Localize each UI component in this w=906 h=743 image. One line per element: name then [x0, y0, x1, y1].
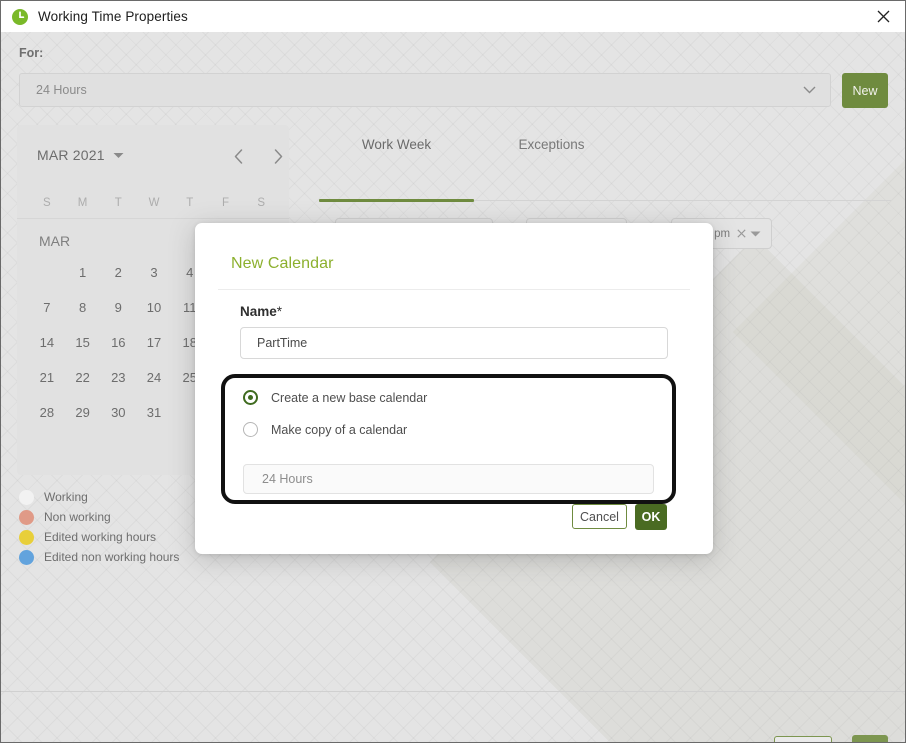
required-marker: * — [276, 304, 283, 319]
radio-label: Create a new base calendar — [271, 390, 428, 405]
tab-exceptions[interactable]: Exceptions — [474, 125, 629, 152]
ok-button[interactable]: OK — [852, 735, 888, 742]
caret-down-icon[interactable] — [750, 231, 761, 237]
legend-swatch-edited-working — [19, 529, 34, 545]
calendar-day-cell[interactable]: 22 — [65, 370, 101, 385]
radio-make-copy-of-calendar[interactable]: Make copy of a calendar — [243, 422, 407, 437]
legend-label: Edited non working hours — [44, 550, 180, 564]
tab-work-week[interactable]: Work Week — [319, 125, 474, 152]
calendar-next-button[interactable] — [265, 143, 289, 169]
calendar-day-cell[interactable]: 17 — [136, 335, 172, 350]
calendar-prev-button[interactable] — [225, 143, 251, 169]
modal-title: New Calendar — [231, 255, 334, 272]
calendar-weekday-row: S M T W T F S — [17, 187, 289, 219]
modal-ok-button[interactable]: OK — [635, 504, 667, 530]
calendar-header: MAR 2021 — [17, 125, 289, 187]
legend-label: Non working — [44, 510, 111, 524]
x-icon[interactable] — [737, 229, 746, 238]
calendar-day-cell[interactable]: 15 — [65, 335, 101, 350]
window-title: Working Time Properties — [38, 9, 188, 24]
calendar-select-value: 24 Hours — [36, 83, 87, 97]
legend-swatch-non-working — [19, 509, 34, 525]
working-time-properties-window: Working Time Properties For: 24 Hours Ne… — [0, 0, 906, 743]
calendar-day-cell[interactable]: 14 — [29, 335, 65, 350]
caret-down-icon — [113, 152, 124, 159]
calendar-day-cell[interactable]: 30 — [100, 405, 136, 420]
cancel-button[interactable]: Cancel — [774, 736, 832, 742]
tab-bar: Work Week Exceptions — [319, 125, 891, 169]
calendar-day-cell[interactable]: 8 — [65, 300, 101, 315]
calendar-day-cell[interactable]: 1 — [65, 265, 101, 280]
window-titlebar: Working Time Properties — [1, 1, 905, 33]
calendar-select[interactable]: 24 Hours — [19, 73, 831, 107]
calendar-day-cell[interactable]: 7 — [29, 300, 65, 315]
clock-icon — [11, 8, 29, 26]
radio-button-unselected-icon[interactable] — [243, 422, 258, 437]
legend-swatch-working — [19, 489, 34, 505]
calendar-day-cell[interactable]: 23 — [100, 370, 136, 385]
modal-title-divider — [218, 289, 690, 290]
name-input[interactable] — [240, 327, 668, 359]
calendar-day-cell[interactable]: 16 — [100, 335, 136, 350]
radio-label: Make copy of a calendar — [271, 422, 408, 437]
calendar-day-cell[interactable]: 28 — [29, 405, 65, 420]
legend-swatch-edited-non-working — [19, 549, 34, 565]
weekday-label: F — [221, 196, 229, 209]
base-calendar-select[interactable]: 24 Hours — [243, 464, 654, 494]
calendar-day-cell[interactable]: 24 — [136, 370, 172, 385]
radio-button-selected-icon[interactable] — [243, 390, 258, 405]
weekday-label: S — [257, 196, 265, 209]
chevron-down-icon — [803, 86, 816, 94]
calendar-day-cell[interactable]: 9 — [100, 300, 136, 315]
calendar-day-cell[interactable]: 21 — [29, 370, 65, 385]
weekday-label: W — [148, 196, 160, 209]
background-decoration-far — [732, 119, 905, 545]
weekday-label: S — [43, 196, 51, 209]
name-label-text: Name — [240, 304, 277, 319]
radio-create-new-base-calendar[interactable]: Create a new base calendar — [243, 390, 427, 405]
weekday-label: T — [186, 196, 194, 209]
calendar-day-cell[interactable]: 3 — [136, 265, 172, 280]
legend-label: Working — [44, 490, 88, 504]
for-label: For: — [19, 46, 44, 60]
calendar-day-cell[interactable]: 29 — [65, 405, 101, 420]
calendar-day-cell[interactable]: 2 — [100, 265, 136, 280]
calendar-month-label: MAR 2021 — [37, 147, 105, 163]
new-button[interactable]: New — [842, 73, 888, 108]
name-field-label: Name* — [240, 304, 282, 319]
calendar-month-dropdown[interactable]: MAR 2021 — [37, 147, 124, 163]
tab-active-indicator — [319, 199, 474, 202]
calendar-source-option-group: Create a new base calendar Make copy of … — [221, 374, 676, 504]
base-calendar-select-value: 24 Hours — [262, 472, 313, 486]
weekday-label: T — [114, 196, 122, 209]
close-icon[interactable] — [861, 2, 905, 32]
calendar-day-cell[interactable]: 31 — [136, 405, 172, 420]
footer-divider — [1, 691, 905, 692]
weekday-label: M — [77, 196, 88, 209]
modal-cancel-button[interactable]: Cancel — [572, 504, 627, 529]
calendar-day-cell[interactable]: 10 — [136, 300, 172, 315]
legend-label: Edited working hours — [44, 530, 157, 544]
